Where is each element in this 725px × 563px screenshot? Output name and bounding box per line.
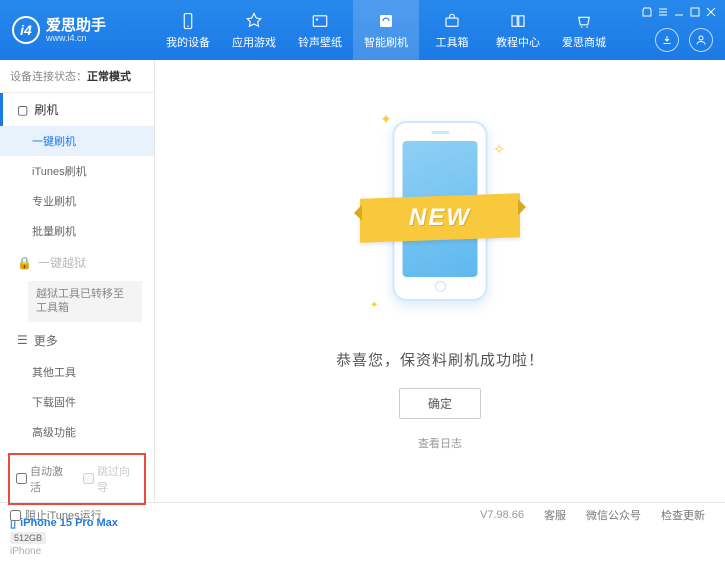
new-ribbon: NEW (409, 204, 471, 232)
device-storage: 512GB (10, 532, 46, 544)
sidebar: 设备连接状态：正常模式 ▢ 刷机 一键刷机 iTunes刷机 专业刷机 批量刷机… (0, 60, 155, 502)
toolbox-icon (442, 11, 462, 31)
apps-icon (244, 11, 264, 31)
sidebar-section-flash[interactable]: ▢ 刷机 (0, 93, 154, 126)
sidebar-item-advanced[interactable]: 高级功能 (0, 417, 154, 447)
sidebar-section-more[interactable]: ☰ 更多 (0, 324, 154, 357)
user-button[interactable] (689, 28, 713, 52)
device-status: 设备连接状态：正常模式 (0, 60, 154, 93)
skin-icon[interactable] (641, 6, 653, 18)
nav-apps[interactable]: 应用游戏 (221, 0, 287, 60)
list-icon: ☰ (17, 333, 28, 347)
footer-check-update[interactable]: 检查更新 (651, 507, 715, 523)
maximize-icon[interactable] (689, 6, 701, 18)
app-title: 爱思助手 (46, 18, 106, 33)
main-nav: 我的设备 应用游戏 铃声壁纸 智能刷机 工具箱 教程中心 爱思商城 (155, 0, 617, 60)
download-button[interactable] (655, 28, 679, 52)
nav-my-device[interactable]: 我的设备 (155, 0, 221, 60)
menu-icon[interactable] (657, 6, 669, 18)
ok-button[interactable]: 确定 (399, 388, 481, 419)
main-content: ✦✧✦ NEW 恭喜您，保资料刷机成功啦！ 确定 查看日志 (155, 60, 725, 502)
app-header: i4 爱思助手 www.i4.cn 我的设备 应用游戏 铃声壁纸 智能刷机 工具… (0, 0, 725, 60)
image-icon (310, 11, 330, 31)
footer-support[interactable]: 客服 (534, 507, 576, 523)
sidebar-item-batch-flash[interactable]: 批量刷机 (0, 216, 154, 246)
nav-ringtones[interactable]: 铃声壁纸 (287, 0, 353, 60)
sidebar-item-pro-flash[interactable]: 专业刷机 (0, 186, 154, 216)
sidebar-jailbreak-note: 越狱工具已转移至工具箱 (28, 281, 142, 322)
refresh-icon (376, 11, 396, 31)
nav-flash[interactable]: 智能刷机 (353, 0, 419, 60)
version-label: V7.98.66 (470, 509, 534, 521)
checkbox-block-itunes[interactable]: 阻止iTunes运行 (10, 507, 102, 523)
success-message: 恭喜您，保资料刷机成功啦！ (336, 349, 544, 370)
nav-store[interactable]: 爱思商城 (551, 0, 617, 60)
footer-wechat[interactable]: 微信公众号 (576, 507, 651, 523)
sidebar-section-jailbreak: 🔒 一键越狱 (0, 246, 154, 279)
success-illustration: ✦✧✦ NEW (370, 111, 510, 331)
device-type: iPhone (10, 546, 144, 557)
nav-toolbox[interactable]: 工具箱 (419, 0, 485, 60)
flash-icon: ▢ (17, 103, 28, 117)
sidebar-item-oneclick-flash[interactable]: 一键刷机 (0, 126, 154, 156)
logo-area: i4 爱思助手 www.i4.cn (0, 16, 155, 44)
nav-tutorials[interactable]: 教程中心 (485, 0, 551, 60)
sidebar-item-other-tools[interactable]: 其他工具 (0, 357, 154, 387)
view-log-link[interactable]: 查看日志 (418, 435, 462, 451)
sidebar-item-itunes-flash[interactable]: iTunes刷机 (0, 156, 154, 186)
logo-icon: i4 (12, 16, 40, 44)
close-icon[interactable] (705, 6, 717, 18)
phone-icon (178, 11, 198, 31)
app-subtitle: www.i4.cn (46, 33, 106, 43)
lock-icon: 🔒 (17, 256, 32, 270)
cart-icon (574, 11, 594, 31)
sidebar-item-download-firmware[interactable]: 下载固件 (0, 387, 154, 417)
book-icon (508, 11, 528, 31)
activation-options: 自动激活 跳过向导 (8, 453, 146, 505)
checkbox-skip-wizard[interactable]: 跳过向导 (83, 463, 138, 495)
minimize-icon[interactable] (673, 6, 685, 18)
checkbox-auto-activate[interactable]: 自动激活 (16, 463, 71, 495)
